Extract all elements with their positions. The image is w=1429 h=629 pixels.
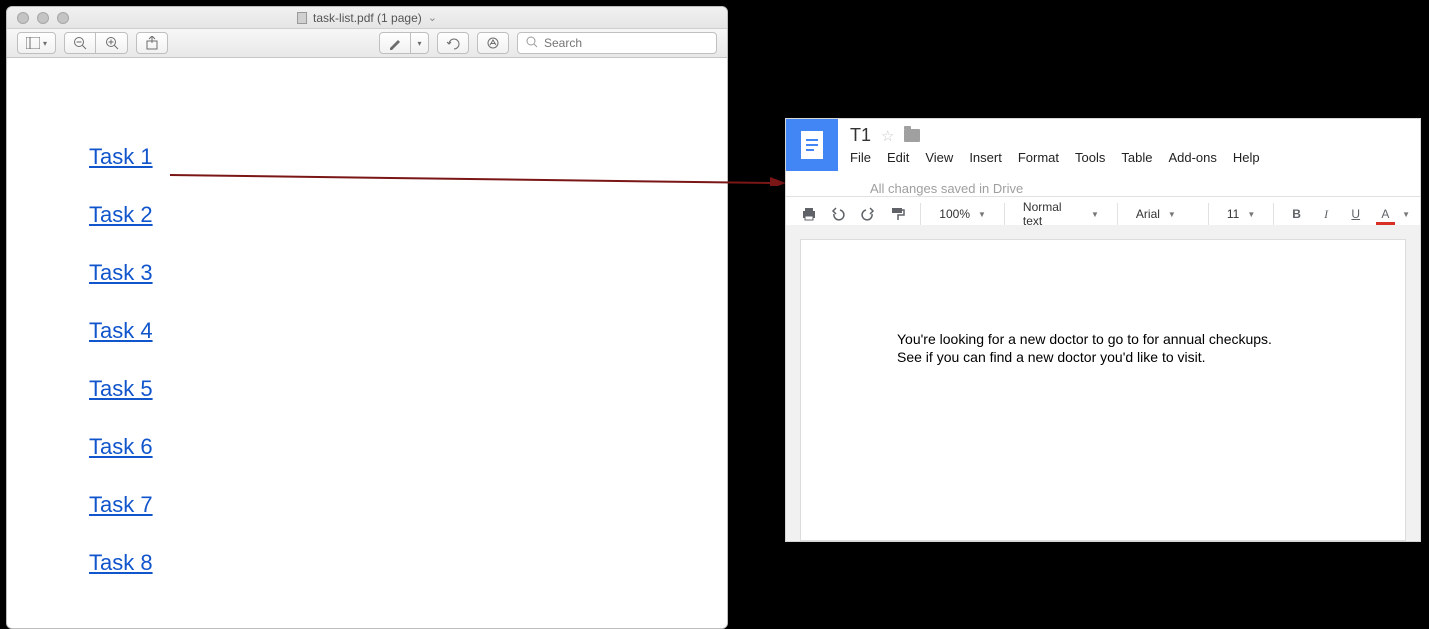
search-field[interactable]: [517, 32, 717, 54]
sidebar-icon: [26, 37, 40, 49]
search-icon: [526, 36, 538, 51]
style-value: Normal text: [1023, 200, 1083, 228]
bold-button[interactable]: B: [1284, 201, 1310, 227]
zoom-group: [64, 32, 128, 54]
underline-button[interactable]: U: [1343, 201, 1369, 227]
sidebar-toggle-button[interactable]: ▾: [17, 32, 56, 54]
style-select[interactable]: Normal text ▼: [1015, 201, 1107, 227]
zoom-out-button[interactable]: [64, 32, 96, 54]
pencil-icon: [388, 36, 402, 50]
doc-title[interactable]: T1: [850, 125, 871, 146]
pdf-document: Task 1 Task 2 Task 3 Task 4 Task 5 Task …: [7, 58, 727, 628]
paint-format-button[interactable]: [885, 201, 911, 227]
window-titlebar[interactable]: task-list.pdf (1 page) ⌄: [7, 7, 727, 29]
paint-roller-icon: [890, 206, 906, 222]
sidebar-toggle-group: ▾: [17, 32, 56, 54]
close-window-button[interactable]: [17, 12, 29, 24]
save-status: All changes saved in Drive: [870, 181, 1023, 196]
zoom-value: 100%: [939, 207, 970, 221]
font-select[interactable]: Arial ▼: [1128, 201, 1198, 227]
redo-icon: [860, 206, 876, 222]
task-link-5[interactable]: Task 5: [89, 376, 153, 402]
font-value: Arial: [1136, 207, 1160, 221]
star-icon[interactable]: ☆: [881, 127, 894, 145]
menu-view[interactable]: View: [925, 150, 953, 165]
window-title[interactable]: task-list.pdf (1 page) ⌄: [297, 11, 437, 25]
chevron-down-icon: ▾: [417, 39, 421, 48]
chevron-down-icon: ▼: [1247, 210, 1255, 219]
preview-window: task-list.pdf (1 page) ⌄ ▾: [6, 6, 728, 629]
menu-addons[interactable]: Add-ons: [1168, 150, 1216, 165]
gdocs-header: T1 ☆ File Edit View Insert Format Tools …: [786, 119, 1420, 196]
document-canvas: You're looking for a new doctor to go to…: [786, 225, 1420, 541]
task-link-2[interactable]: Task 2: [89, 202, 153, 228]
zoom-in-icon: [105, 36, 119, 50]
chevron-down-icon[interactable]: ▼: [1402, 210, 1410, 219]
print-button[interactable]: [796, 201, 822, 227]
annotate-button[interactable]: [379, 32, 411, 54]
task-link-list: Task 1 Task 2 Task 3 Task 4 Task 5 Task …: [89, 144, 153, 576]
font-size-value: 11: [1227, 207, 1239, 221]
task-link-3[interactable]: Task 3: [89, 260, 153, 286]
search-input[interactable]: [544, 36, 708, 50]
chevron-down-icon: ▼: [978, 210, 986, 219]
window-title-text: task-list.pdf (1 page): [313, 11, 422, 25]
preview-toolbar: ▾ ▾: [7, 29, 727, 58]
menu-bar: File Edit View Insert Format Tools Table…: [850, 150, 1408, 196]
undo-icon: [830, 206, 846, 222]
font-size-select[interactable]: 11 ▼: [1219, 201, 1263, 227]
maximize-window-button[interactable]: [57, 12, 69, 24]
task-link-7[interactable]: Task 7: [89, 492, 153, 518]
redo-button[interactable]: [855, 201, 881, 227]
minimize-window-button[interactable]: [37, 12, 49, 24]
chevron-down-icon: ▾: [43, 39, 47, 48]
annotate-menu-button[interactable]: ▾: [411, 32, 429, 54]
menu-help[interactable]: Help: [1233, 150, 1260, 165]
menu-edit[interactable]: Edit: [887, 150, 909, 165]
rotate-icon: [446, 36, 460, 50]
task-link-4[interactable]: Task 4: [89, 318, 153, 344]
doc-title-row: T1 ☆: [850, 125, 1408, 146]
share-icon: [146, 36, 158, 50]
menu-format[interactable]: Format: [1018, 150, 1059, 165]
zoom-out-icon: [73, 36, 87, 50]
print-icon: [801, 206, 817, 222]
menu-file[interactable]: File: [850, 150, 871, 165]
menu-insert[interactable]: Insert: [969, 150, 1002, 165]
task-link-1[interactable]: Task 1: [89, 144, 153, 170]
google-docs-window: T1 ☆ File Edit View Insert Format Tools …: [785, 118, 1421, 542]
menu-tools[interactable]: Tools: [1075, 150, 1105, 165]
zoom-in-button[interactable]: [96, 32, 128, 54]
pdf-icon: [297, 12, 307, 24]
rotate-button[interactable]: [437, 32, 469, 54]
chevron-down-icon: ▼: [1091, 210, 1099, 219]
markup-icon: [486, 36, 500, 50]
share-button[interactable]: [136, 32, 168, 54]
task-link-6[interactable]: Task 6: [89, 434, 153, 460]
task-link-8[interactable]: Task 8: [89, 550, 153, 576]
menu-table[interactable]: Table: [1121, 150, 1152, 165]
traffic-lights: [7, 12, 69, 24]
markup-group: ▾: [379, 32, 429, 54]
body-line-2: See if you can find a new doctor you'd l…: [897, 348, 1309, 366]
markup-toggle-button[interactable]: [477, 32, 509, 54]
body-line-1: You're looking for a new doctor to go to…: [897, 330, 1309, 348]
zoom-select[interactable]: 100% ▼: [931, 201, 994, 227]
docs-icon: [801, 131, 823, 159]
docs-logo[interactable]: [786, 119, 838, 171]
chevron-down-icon: ▼: [1168, 210, 1176, 219]
italic-button[interactable]: I: [1313, 201, 1339, 227]
chevron-down-icon: ⌄: [428, 11, 437, 24]
folder-icon[interactable]: [904, 129, 920, 142]
undo-button[interactable]: [826, 201, 852, 227]
text-color-button[interactable]: A: [1373, 201, 1399, 227]
document-page[interactable]: You're looking for a new doctor to go to…: [800, 239, 1406, 541]
